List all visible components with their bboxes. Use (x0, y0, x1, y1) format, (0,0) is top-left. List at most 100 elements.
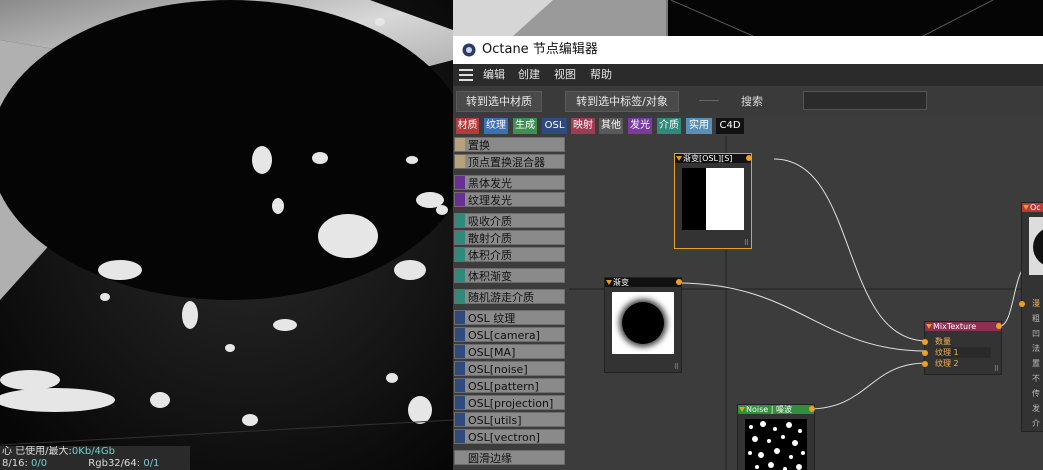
node-list-item[interactable]: OSL[camera] (454, 327, 565, 342)
tab-medium[interactable]: 介质 (657, 118, 681, 134)
output-pin[interactable] (809, 406, 815, 412)
node-list-item[interactable]: OSL[pattern] (454, 378, 565, 393)
tab-generate[interactable]: 生成 (513, 118, 537, 134)
goto-material-button[interactable]: 转到选中材质 (456, 91, 542, 112)
menu-help[interactable]: 帮助 (590, 64, 612, 86)
tab-c4d[interactable]: C4D (716, 118, 744, 134)
resize-handle-icon[interactable]: ⠿ (674, 364, 679, 371)
tab-material[interactable]: 材质 (456, 118, 479, 134)
menu-bar: 编辑 创建 视图 帮助 (453, 64, 1043, 86)
node-list-item-label: 散射介质 (468, 232, 512, 245)
node-list-item[interactable]: 顶点置换混合器 (454, 154, 565, 169)
input-pin-texture-1[interactable] (922, 350, 928, 356)
node-list-item-label: 体积介质 (468, 249, 512, 262)
toolbar: 转到选中材质 转到选中标签/对象 搜索 (453, 86, 1043, 116)
window-title: Octane 节点编辑器 (482, 42, 598, 57)
search-input[interactable] (803, 91, 927, 110)
octane-node-editor-window: Octane 节点编辑器 编辑 创建 视图 帮助 转到选中材质 转到选中标签/对… (453, 36, 1043, 470)
collapse-triangle-icon[interactable] (606, 280, 612, 285)
node-title: 渐变[OSL][S] (675, 154, 751, 163)
node-list-item-label: 吸收介质 (468, 215, 512, 228)
port-label: 发 (1032, 404, 1040, 413)
top-viewport[interactable] (453, 0, 1043, 36)
tab-other[interactable]: 其他 (599, 118, 623, 134)
port-label-texture-2: 纹理 2 (935, 359, 959, 368)
3d-viewport[interactable]: 心 已使用/最大:0Kb/4Gb 8/16: 0/0 Rgb32/64: 0/1 (0, 0, 453, 470)
node-list-item[interactable]: 体积介质 (454, 247, 565, 262)
input-pin[interactable] (1019, 301, 1025, 307)
menu-create[interactable]: 创建 (518, 64, 540, 86)
port-label: 不 (1032, 374, 1040, 383)
collapse-triangle-icon[interactable] (1023, 205, 1029, 210)
node-gradient[interactable]: 渐变 ⠿ (604, 277, 682, 373)
search-label: 搜索 (741, 95, 763, 108)
output-pin[interactable] (996, 323, 1002, 329)
node-list-item[interactable]: OSL[MA] (454, 344, 565, 359)
resize-handle-icon[interactable]: ⠿ (994, 366, 999, 373)
node-noise[interactable]: Noise | 噪波 (737, 404, 815, 470)
node-list-item[interactable]: OSL 纹理 (454, 310, 565, 325)
output-pin[interactable] (746, 155, 752, 161)
node-list-item-label: OSL[noise] (468, 363, 528, 376)
port-label: 置 (1032, 359, 1040, 368)
node-title: MixTexture (925, 322, 1001, 331)
hamburger-menu-icon[interactable] (459, 69, 473, 81)
node-list-item[interactable]: 散射介质 (454, 230, 565, 245)
node-list-item[interactable]: OSL[vectron] (454, 429, 565, 444)
memory-status-line: 心 已使用/最大:0Kb/4Gb (0, 446, 190, 458)
node-list-item[interactable]: 体积渐变 (454, 268, 565, 283)
buffer-a-value: 0/0 (31, 458, 48, 469)
resize-handle-icon[interactable]: ⠿ (744, 240, 749, 247)
top-viewport-render (453, 0, 1043, 36)
goto-tag-object-button[interactable]: 转到选中标签/对象 (565, 91, 679, 112)
buffer-a-label: 8/16: (2, 458, 28, 469)
node-list-item-label: 圆滑边缘 (468, 452, 512, 465)
node-list-item[interactable]: OSL[utils] (454, 412, 565, 427)
node-list-item[interactable]: OSL[projection] (454, 395, 565, 410)
node-list-item[interactable]: 置换 (454, 137, 565, 152)
node-list-item-label: 体积渐变 (468, 270, 512, 283)
node-list-item[interactable]: OSL[noise] (454, 361, 565, 376)
node-gradient-osl[interactable]: 渐变[OSL][S] ⠿ (674, 153, 752, 249)
node-list-item-label: OSL[camera] (468, 329, 540, 342)
node-mix-texture[interactable]: MixTexture 数量 纹理 1 纹理 2 ⠿ (922, 321, 1002, 375)
node-list-item[interactable]: 吸收介质 (454, 213, 565, 228)
port-label: 法 (1032, 344, 1040, 353)
node-list-item-label: 随机游走介质 (468, 291, 534, 304)
node-list-item-label: OSL[MA] (468, 346, 516, 359)
node-list-item[interactable]: 黑体发光 (454, 175, 565, 190)
node-list-item[interactable]: 圆滑边缘 (454, 450, 565, 465)
tab-texture[interactable]: 纹理 (484, 118, 508, 134)
memory-value: 0Kb/4Gb (71, 446, 116, 457)
collapse-triangle-icon[interactable] (926, 324, 932, 329)
input-pin-amount[interactable] (922, 339, 928, 345)
tab-mapping[interactable]: 映射 (571, 118, 595, 134)
output-pin[interactable] (676, 279, 682, 285)
port-label-amount: 数量 (935, 337, 951, 346)
input-pin-texture-2[interactable] (922, 361, 928, 367)
menu-view[interactable]: 视图 (554, 64, 576, 86)
node-list-item-label: OSL[pattern] (468, 380, 539, 393)
buffer-b-label: Rgb32/64: (88, 458, 141, 469)
tab-utility[interactable]: 实用 (686, 118, 712, 134)
menu-edit[interactable]: 编辑 (483, 64, 505, 86)
node-list-item[interactable]: 随机游走介质 (454, 289, 565, 304)
node-preview-thumbnail (612, 292, 674, 354)
node-preview-thumbnail (745, 419, 807, 470)
node-octane-material[interactable]: Oc 漫 粗 凹 法 置 不 传 发 介 (1019, 202, 1043, 432)
memory-status-bar: 心 已使用/最大:0Kb/4Gb 8/16: 0/0 Rgb32/64: 0/1 (0, 446, 190, 470)
window-title-bar[interactable]: Octane 节点编辑器 (453, 36, 1043, 64)
tab-emission[interactable]: 发光 (628, 118, 652, 134)
node-list-item-label: OSL[projection] (468, 397, 554, 410)
buffer-status-line: 8/16: 0/0 Rgb32/64: 0/1 (0, 458, 190, 470)
node-list-item-label: 顶点置换混合器 (468, 156, 545, 169)
collapse-triangle-icon[interactable] (739, 407, 745, 412)
node-preview-thumbnail (1029, 217, 1043, 275)
viewport-render (0, 0, 453, 470)
tab-osl[interactable]: OSL (542, 118, 567, 134)
node-canvas[interactable]: 渐变[OSL][S] ⠿ 渐变 ⠿ MixTexture 数量 纹理 1 纹理 … (569, 136, 1043, 470)
node-list-item-label: OSL[vectron] (468, 431, 540, 444)
node-list-item[interactable]: 纹理发光 (454, 192, 565, 207)
collapse-triangle-icon[interactable] (676, 156, 682, 161)
node-list-item-label: 纹理发光 (468, 194, 512, 207)
